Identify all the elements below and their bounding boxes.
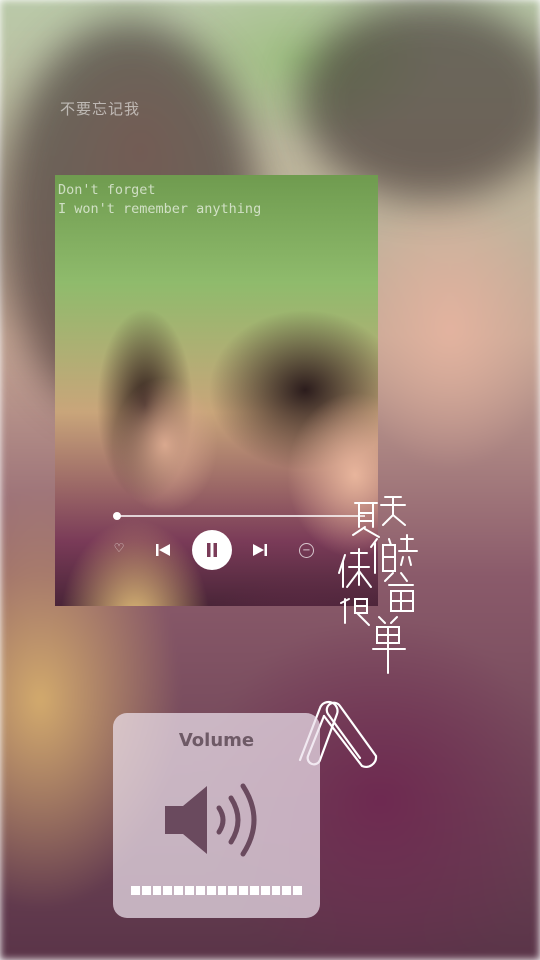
volume-segment xyxy=(131,886,140,895)
volume-segment xyxy=(228,886,238,895)
volume-segment xyxy=(185,886,194,895)
volume-hud: Volume xyxy=(113,713,320,918)
volume-segment xyxy=(282,886,292,895)
progress-track[interactable] xyxy=(118,515,365,517)
volume-segment xyxy=(152,886,162,895)
volume-segment xyxy=(174,886,184,895)
calligraphy-decoration xyxy=(338,496,418,674)
minus-circle-icon[interactable]: − xyxy=(299,543,314,558)
skip-previous-icon[interactable] xyxy=(154,541,172,559)
volume-segment xyxy=(163,886,173,895)
volume-segment xyxy=(195,886,205,895)
speaker-icon xyxy=(165,783,257,857)
progress-knob[interactable] xyxy=(113,512,121,520)
volume-segment xyxy=(217,886,227,895)
volume-segment xyxy=(239,886,248,895)
pause-icon xyxy=(207,543,217,557)
lyrics-line-2: I won't remember anything xyxy=(58,201,270,217)
heart-icon[interactable]: ♡ xyxy=(112,541,126,555)
background-caption: 不要忘记我 xyxy=(60,100,141,118)
lyrics: Don't forget I won't remember anything xyxy=(58,181,269,219)
volume-level-bar[interactable] xyxy=(131,886,302,895)
volume-segment xyxy=(260,886,270,895)
volume-title: Volume xyxy=(178,730,255,751)
volume-segment xyxy=(271,886,281,895)
skip-next-icon[interactable] xyxy=(251,541,269,559)
pause-button[interactable] xyxy=(192,530,232,570)
volume-segment xyxy=(249,886,259,895)
volume-segment xyxy=(206,886,216,895)
volume-segment xyxy=(141,886,151,895)
volume-segment xyxy=(293,886,302,895)
lyrics-line-1: Don't forget xyxy=(58,182,164,198)
music-player-card: Don't forget I won't remember anything ♡… xyxy=(55,175,378,606)
